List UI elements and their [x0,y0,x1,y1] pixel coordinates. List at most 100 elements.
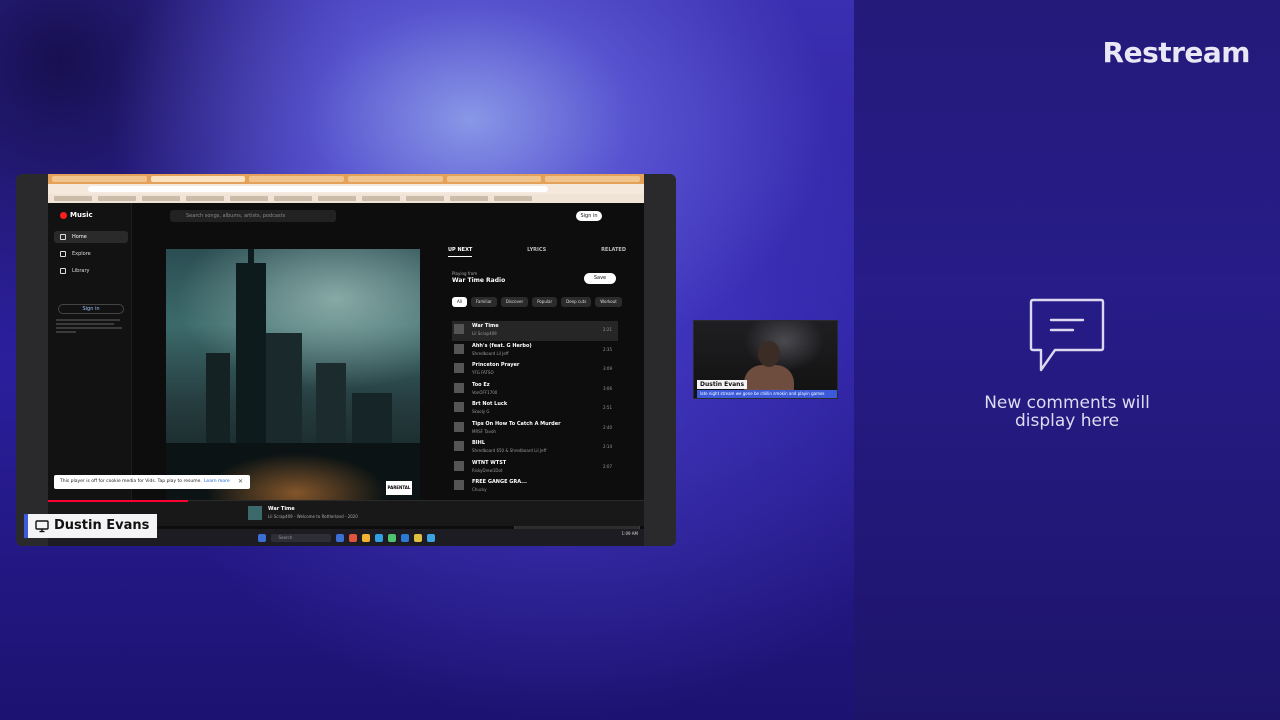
comments-empty-state: New comments will display here [960,296,1174,430]
chip-popular: Popular [532,297,558,307]
yt-filter-chips: All Familiar Discover Popular Deep cuts … [452,297,622,307]
tab-up-next: UP NEXT [448,247,473,257]
queue-title: FREE GANGE GRA... [472,479,527,485]
bookmark [142,196,180,201]
queue-title: Tips On How To Catch A Murder [472,420,561,427]
parental-advisory-label: PARENTAL ADVISORY [386,481,412,503]
cookie-learn-more: Learn more [204,479,230,484]
now-playing-thumbnail [248,506,262,520]
yt-nav-sidebar: Music Home Explore Library Sign in [48,203,132,503]
windows-start-icon [257,533,266,542]
queue-title: Ahh's (feat. G Herbo) [472,342,532,349]
bookmarks-bar [48,194,644,203]
queue-item: Tips On How To Catch A Murder MRSF Tavoh… [452,419,618,439]
queue-artist: RiskyDrew1Dot [472,467,503,473]
cookie-notice: This player is off for cookie media for … [54,475,250,489]
queue-thumbnail [454,382,464,393]
browser-tab-strip [48,174,644,184]
taskbar-app-icon [348,533,357,542]
home-icon [60,234,66,240]
screen-share-icon [35,520,49,533]
queue-title: BIHL [472,440,486,446]
cookie-notice-text: This player is off for cookie media for … [60,479,202,484]
album-artwork: PARENTAL ADVISORY [166,249,420,503]
queue-artist: YFG FATSO [472,370,494,375]
taskbar-app-icon [361,533,370,542]
screen-share-tile[interactable]: Music Home Explore Library Sign in Searc… [16,174,676,546]
bookmark [230,196,268,201]
chip-deep-cuts: Deep cuts [561,297,592,307]
queue-duration: 3:09 [603,366,612,371]
yt-nav-label: Home [72,234,87,240]
youtube-music-app: Music Home Explore Library Sign in Searc… [48,203,644,546]
queue-item: War Time Lil Scrap409 2:21 [452,321,618,341]
yt-sign-in-button: Sign in [576,211,602,221]
queue-thumbnail [454,343,464,354]
yt-nav-item-explore: Explore [54,248,128,260]
taskbar-app-icon [335,533,344,542]
taskbar-app-icon [400,533,409,542]
queue-thumbnail [454,363,464,373]
queue-item: Ahh's (feat. G Herbo) Shredboard Lil Jef… [452,341,618,361]
yt-nav-item-home: Home [54,231,128,243]
queue-duration: 3:06 [603,385,612,391]
queue-artist: VonOFF1700 [472,389,498,395]
yt-logo-icon [60,211,67,219]
yt-nav-label: Explore [72,251,91,257]
browser-tab [348,176,443,182]
yt-queue-list: War Time Lil Scrap409 2:21 Ahh's (feat. … [452,321,618,497]
bookmark [274,196,312,201]
queue-title: War Time [472,323,499,329]
queue-artist: Shredboard 650 & Shredboard Lil Jeff [472,448,547,453]
yt-music-logo: Music [60,211,93,219]
browser-address-bar [48,184,644,194]
taskbar-clock: 1:09 AM [621,531,638,536]
artwork-city-lights [166,423,420,503]
chip-familiar: Familiar [470,297,497,307]
camera-person-head [758,341,780,367]
bookmark [450,196,488,201]
yt-search-bar: Search songs, albums, artists, podcasts [170,210,336,222]
queue-item: Brt Not Luck Skooly G 2:51 [452,399,618,419]
browser-tab [446,176,542,182]
now-playing-title: War Time [268,506,295,512]
camera-name-tag: Dustin Evans [697,380,748,389]
queue-duration: 2:07 [603,463,612,469]
queue-duration: 2:35 [603,346,612,352]
queue-duration: 2:21 [603,327,612,332]
bookmark [54,196,92,201]
compass-icon [60,251,66,257]
queue-thumbnail [454,460,464,471]
queue-artist: MRSF Tavoh [472,428,496,434]
camera-tile[interactable]: Dustin Evans late night stream we gone b… [693,320,838,399]
queue-title: WTNT WTST [472,459,507,466]
taskbar-search: Search [270,533,331,542]
queue-thumbnail [454,441,464,451]
tab-lyrics: LYRICS [527,247,547,253]
presenter-name-tag: Dustin Evans [24,514,158,538]
queue-item: Princeton Prayer YFG FATSO 3:09 [452,360,618,380]
queue-title: Brt Not Luck [472,401,508,407]
queue-thumbnail [454,480,464,490]
queue-item: WTNT WTST RiskyDrew1Dot 2:07 [452,458,618,478]
chip-workout: Workout [595,297,622,307]
camera-caption: late night stream we gone be chillin smo… [697,390,837,398]
radio-title: War Time Radio [452,277,506,284]
taskbar-app-icon [387,533,396,542]
shared-screen: Music Home Explore Library Sign in Searc… [48,174,644,546]
yt-nav-blurb [56,319,126,335]
url-field [88,186,548,192]
save-button: Save [584,273,616,284]
brand-logo: Restream [1102,36,1251,69]
yt-queue-tabs: UP NEXT LYRICS RELATED [448,247,626,257]
queue-artist: Skooly G [472,409,490,414]
browser-tab [545,176,641,182]
yt-nav-label: Library [72,268,90,274]
queue-duration: 2:14 [603,444,612,449]
queue-item: FREE GANGE GRA... Chucky [452,477,618,497]
bookmark [494,196,532,201]
browser-tab [150,176,246,182]
playing-from-label: Playing from [452,271,478,276]
bookmark [186,196,224,201]
taskbar-app-icon [413,533,422,542]
